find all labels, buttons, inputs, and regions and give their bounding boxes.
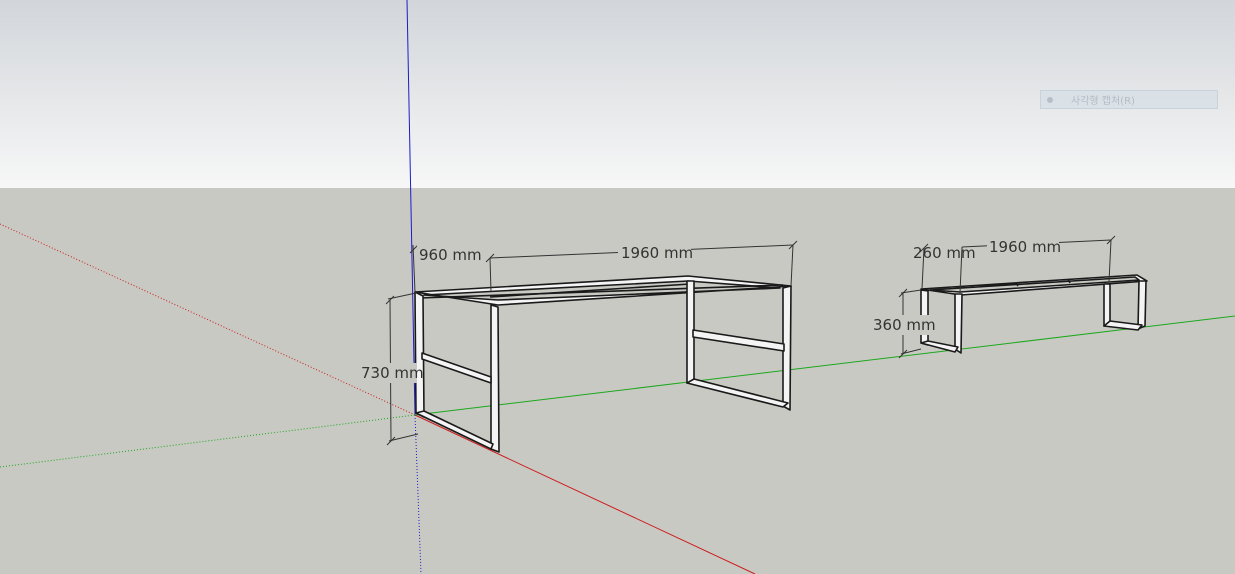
bench-depth-label: 260 mm [913,244,976,262]
select-icon [1047,96,1053,103]
3d-model-canvas[interactable]: 1960 mm 960 mm 730 mm 1960 mm 260 mm 360… [0,0,1235,574]
bench-right-leg-front [1137,280,1147,330]
tooltip-label: 사각형 캡처(R) [1071,96,1135,107]
table-length-label: 1960 mm [621,244,693,262]
table-depth-label: 960 mm [419,246,482,264]
sketchup-viewport[interactable]: 1960 mm 960 mm 730 mm 1960 mm 260 mm 360… [0,0,1235,574]
bench-length-label: 1960 mm [989,238,1061,256]
bench-height-label: 360 mm [873,316,936,334]
bench-right-leg-back [1103,283,1111,327]
bench-left-leg-front [954,293,963,354]
table-left-leg-front [490,304,500,453]
tool-tooltip: 사각형 캡처(R) [1040,90,1218,109]
table-height-label: 730 mm [361,364,424,382]
